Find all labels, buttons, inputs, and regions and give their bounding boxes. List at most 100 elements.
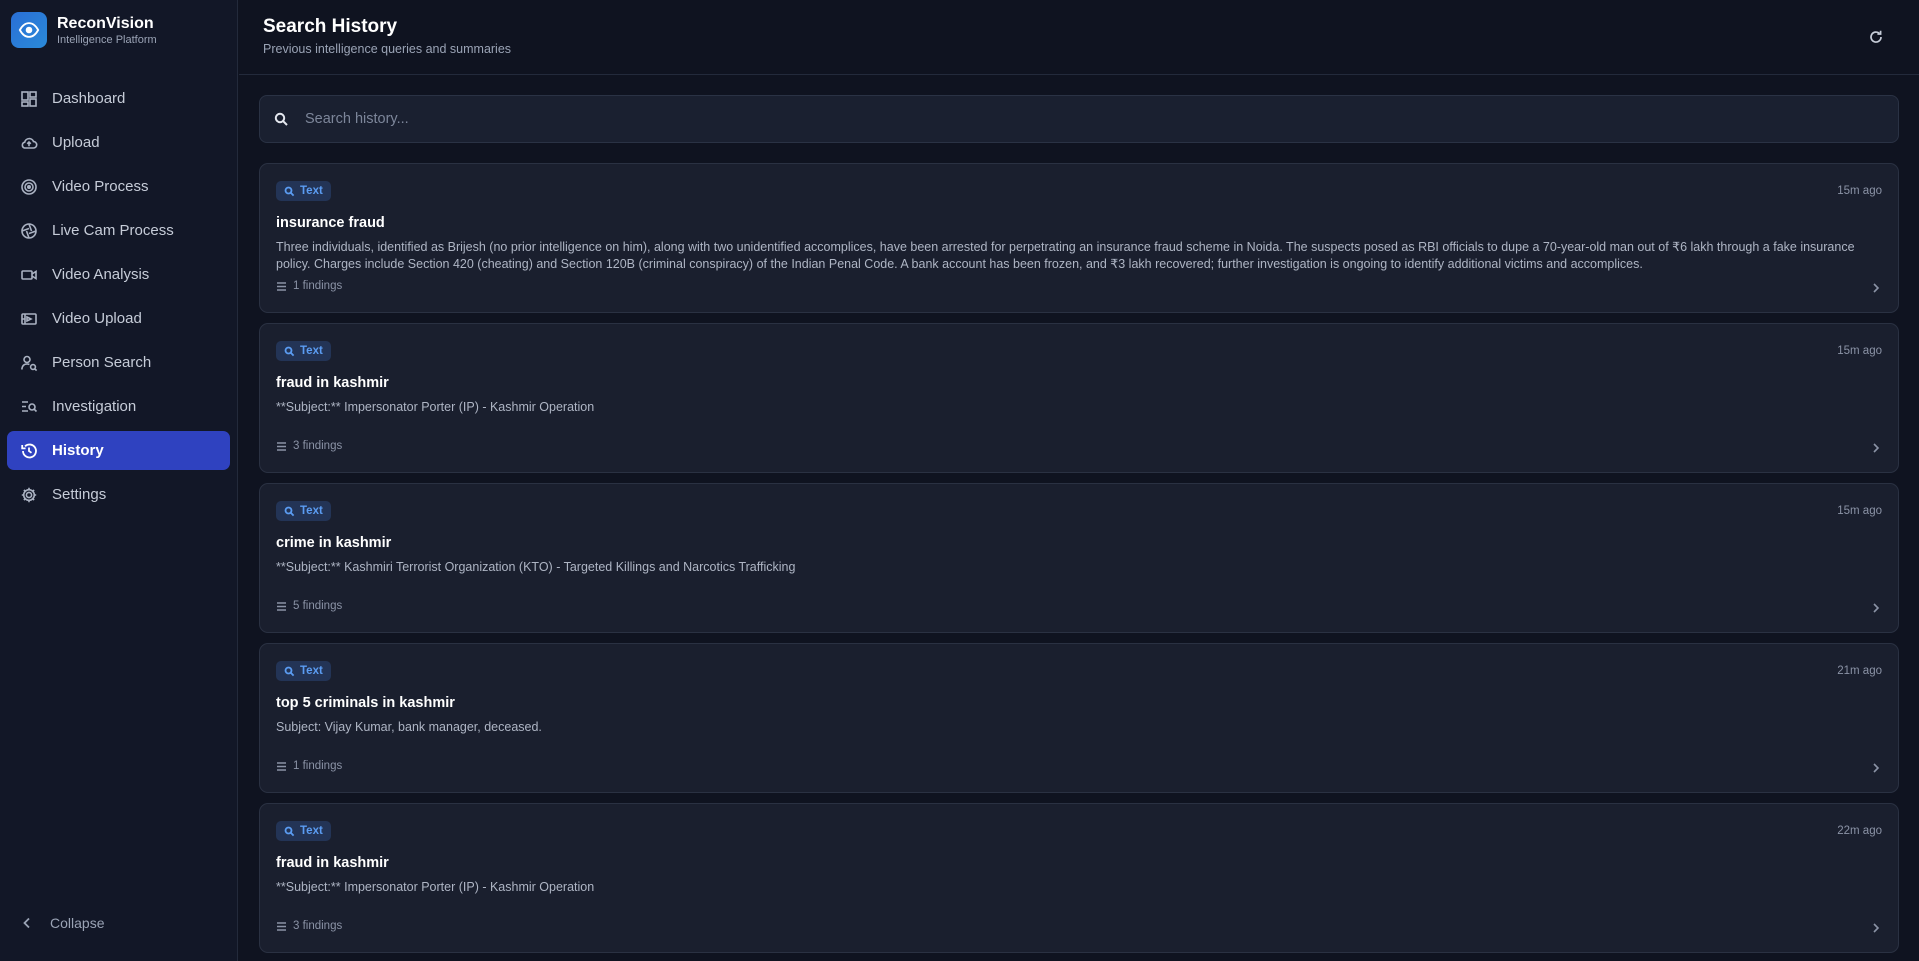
timestamp: 15m ago: [1837, 345, 1882, 357]
list-search-icon: [20, 398, 38, 416]
query-title: fraud in kashmir: [276, 855, 389, 871]
chevron-right-icon: [1870, 922, 1882, 934]
timestamp: 21m ago: [1837, 665, 1882, 677]
sidebar-item-label: Video Analysis: [52, 266, 150, 283]
sidebar-item-settings[interactable]: Settings: [7, 475, 230, 514]
timestamp: 22m ago: [1837, 825, 1882, 837]
cloud-upload-icon: [20, 134, 38, 152]
timestamp: 15m ago: [1837, 185, 1882, 197]
search-input[interactable]: [305, 111, 1885, 127]
findings-label: 3 findings: [293, 440, 343, 452]
sidebar-item-label: History: [52, 442, 104, 459]
app-name: ReconVision: [57, 14, 154, 32]
list-icon: [276, 441, 287, 452]
sidebar-item-label: Dashboard: [52, 90, 126, 107]
sidebar-item-live-cam-process[interactable]: Live Cam Process: [7, 211, 230, 250]
eye-icon: [11, 12, 47, 48]
sidebar-item-dashboard[interactable]: Dashboard: [7, 79, 230, 118]
search-bar: [259, 95, 1899, 143]
query-title: insurance fraud: [276, 215, 385, 231]
list-icon: [276, 761, 287, 772]
brand[interactable]: ReconVision Intelligence Platform: [11, 12, 157, 48]
history-card[interactable]: Text 15m ago insurance fraud Three indiv…: [259, 163, 1899, 313]
history-card[interactable]: Text 15m ago fraud in kashmir **Subject:…: [259, 323, 1899, 473]
gear-icon: [20, 486, 38, 504]
sidebar-item-label: Upload: [52, 134, 100, 151]
type-badge: Text: [276, 181, 331, 201]
list-icon: [276, 281, 287, 292]
findings-count: 3 findings: [276, 440, 342, 452]
query-summary: Three individuals, identified as Brijesh…: [276, 240, 1855, 271]
history-card[interactable]: Text 15m ago crime in kashmir **Subject:…: [259, 483, 1899, 633]
query-summary: **Subject:** Kashmiri Terrorist Organiza…: [276, 560, 796, 574]
timestamp: 15m ago: [1837, 505, 1882, 517]
sidebar-item-video-analysis[interactable]: Video Analysis: [7, 255, 230, 294]
type-label: Text: [300, 505, 323, 517]
query-title: top 5 criminals in kashmir: [276, 695, 455, 711]
video-file-icon: [20, 310, 38, 328]
dashboard-icon: [20, 90, 38, 108]
type-label: Text: [300, 665, 323, 677]
chevron-left-icon: [20, 916, 34, 930]
app-tagline: Intelligence Platform: [57, 33, 157, 46]
sidebar-item-label: Investigation: [52, 398, 137, 415]
type-label: Text: [300, 185, 323, 197]
page-subtitle: Previous intelligence queries and summar…: [263, 42, 512, 56]
person-search-icon: [20, 354, 38, 372]
magnifier-icon: [284, 666, 295, 677]
chevron-right-icon: [1870, 442, 1882, 454]
sidebar-item-history[interactable]: History: [7, 431, 230, 470]
list-icon: [276, 601, 287, 612]
history-card[interactable]: Text 21m ago top 5 criminals in kashmir …: [259, 643, 1899, 793]
sidebar-item-investigation[interactable]: Investigation: [7, 387, 230, 426]
sidebar-item-label: Person Search: [52, 354, 152, 371]
video-camera-icon: [20, 266, 38, 284]
magnifier-icon: [284, 186, 295, 197]
chevron-right-icon: [1870, 602, 1882, 614]
type-badge: Text: [276, 661, 331, 681]
collapse-label: Collapse: [50, 915, 105, 931]
sidebar-item-video-process[interactable]: Video Process: [7, 167, 230, 206]
type-badge: Text: [276, 821, 331, 841]
findings-label: 3 findings: [293, 920, 343, 932]
sidebar-item-person-search[interactable]: Person Search: [7, 343, 230, 382]
findings-count: 5 findings: [276, 600, 342, 612]
history-icon: [20, 442, 38, 460]
query-summary: Subject: Vijay Kumar, bank manager, dece…: [276, 720, 542, 734]
target-icon: [20, 178, 38, 196]
query-title: crime in kashmir: [276, 535, 392, 551]
sidebar-item-label: Settings: [52, 486, 107, 503]
history-card[interactable]: Text 22m ago fraud in kashmir **Subject:…: [259, 803, 1899, 953]
refresh-button[interactable]: [1866, 27, 1886, 47]
sidebar-item-label: Video Upload: [52, 310, 142, 327]
query-title: fraud in kashmir: [276, 375, 389, 391]
sidebar-item-upload[interactable]: Upload: [7, 123, 230, 162]
sidebar-item-video-upload[interactable]: Video Upload: [7, 299, 230, 338]
magnifier-icon: [284, 506, 295, 517]
sidebar-nav: Dashboard Upload Video Process Live Cam …: [7, 79, 230, 519]
collapse-button[interactable]: Collapse: [20, 915, 104, 931]
list-icon: [276, 921, 287, 932]
type-label: Text: [300, 345, 323, 357]
page-header: Search History Previous intelligence que…: [239, 0, 1919, 75]
chevron-right-icon: [1870, 762, 1882, 774]
magnifier-icon: [284, 346, 295, 357]
camera-shutter-icon: [20, 222, 38, 240]
refresh-icon: [1868, 29, 1884, 45]
query-summary: **Subject:** Impersonator Porter (IP) - …: [276, 400, 595, 414]
page-title: Search History: [263, 16, 398, 37]
type-badge: Text: [276, 341, 331, 361]
chevron-right-icon: [1870, 282, 1882, 294]
type-label: Text: [300, 825, 323, 837]
findings-count: 1 findings: [276, 280, 342, 292]
findings-label: 1 findings: [293, 280, 343, 292]
query-summary: **Subject:** Impersonator Porter (IP) - …: [276, 880, 595, 894]
search-icon: [273, 111, 289, 127]
findings-count: 3 findings: [276, 920, 342, 932]
sidebar: ReconVision Intelligence Platform Dashbo…: [0, 0, 238, 961]
sidebar-item-label: Video Process: [52, 178, 149, 195]
findings-count: 1 findings: [276, 760, 342, 772]
sidebar-item-label: Live Cam Process: [52, 222, 174, 239]
type-badge: Text: [276, 501, 331, 521]
magnifier-icon: [284, 826, 295, 837]
